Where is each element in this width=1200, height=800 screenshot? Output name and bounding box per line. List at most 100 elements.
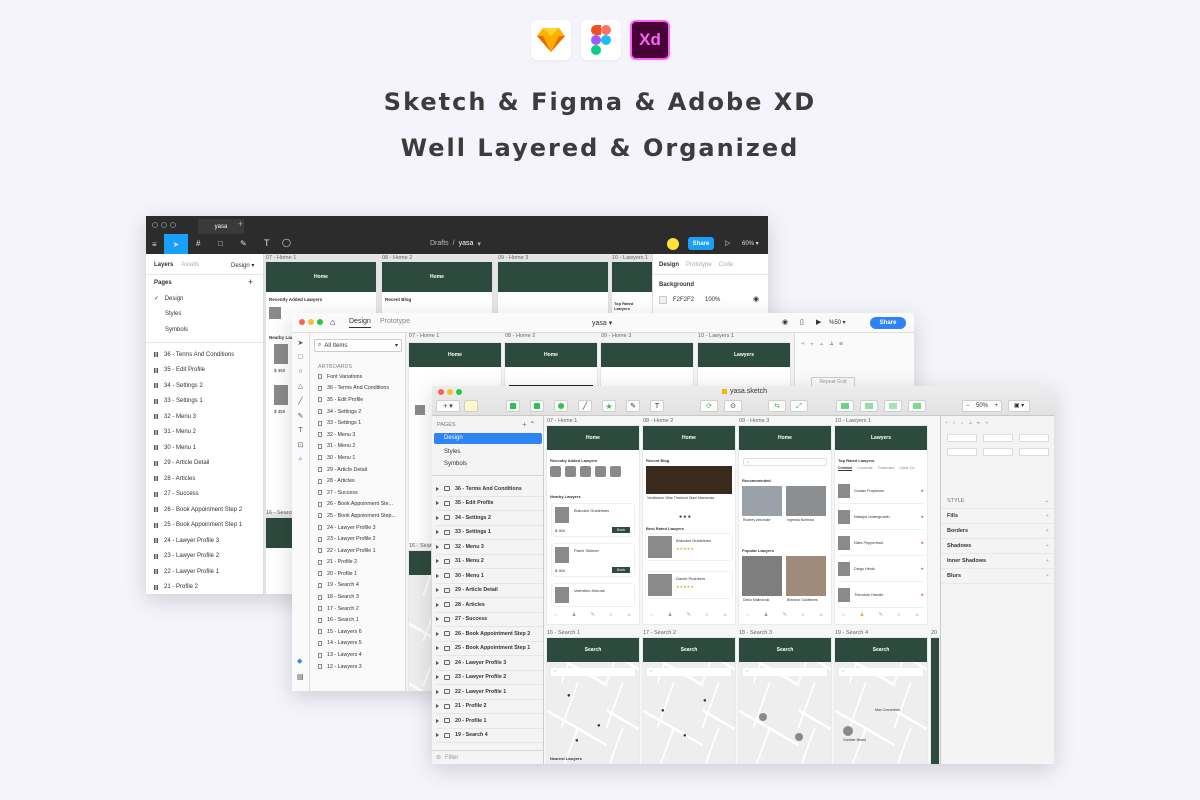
style-property-4[interactable]: Blurs + [941, 569, 1054, 584]
layer-item[interactable]: 19 - Search 4 [436, 729, 543, 743]
disclosure-icon[interactable] [436, 486, 439, 491]
map-pin-icon[interactable]: ● [661, 708, 665, 714]
layer-item[interactable]: 34 - Settings 2 [154, 378, 263, 394]
disclosure-icon[interactable] [436, 660, 439, 665]
book-button[interactable]: Book [612, 567, 630, 573]
lawyers-nav-icon[interactable]: ♟ [764, 612, 768, 618]
scale-button[interactable]: ⇆ [768, 400, 786, 412]
layers-tab[interactable]: Layers [154, 262, 173, 268]
position-fields[interactable] [947, 434, 1049, 442]
map-pin-icon[interactable]: ● [597, 723, 601, 729]
profile-nav-icon[interactable]: ☺ [915, 612, 920, 618]
profile-nav-icon[interactable]: ☺ [723, 612, 728, 618]
artboard-item[interactable]: 25 - Book Appoinment Step... [318, 510, 405, 522]
disclosure-icon[interactable] [436, 501, 439, 506]
page-item-design[interactable]: ✓ Design [154, 295, 183, 302]
layer-item[interactable]: 29 - Article Detail [436, 584, 543, 598]
view-button[interactable]: ▣ ▾ [1008, 400, 1030, 412]
plugins-icon[interactable]: ▤ [297, 673, 304, 681]
disclosure-icon[interactable] [436, 544, 439, 549]
layer-item[interactable]: 21 - Profile 2 [436, 700, 543, 714]
move-tool-button[interactable]: ➤ [164, 234, 188, 254]
page-item-symbols[interactable]: Symbols [165, 327, 188, 333]
profile-nav-icon[interactable]: ☺ [627, 612, 632, 618]
disclosure-icon[interactable] [436, 588, 439, 593]
disclosure-icon[interactable] [436, 733, 439, 738]
layer-item[interactable]: 25 - Book Appoinment Step 1 [154, 518, 263, 534]
artboard-item[interactable]: 35 - Edit Profile [318, 394, 405, 406]
search-field[interactable]: ⌕ [551, 668, 635, 676]
window-controls[interactable] [152, 222, 176, 228]
star-tool-button[interactable]: ★ [602, 400, 616, 412]
select-tool-icon[interactable]: ➤ [298, 339, 304, 347]
eye-icon[interactable]: ◉ [753, 295, 759, 303]
comment-tool-icon[interactable]: ◯ [282, 238, 291, 247]
page-item-symbols[interactable]: Symbols [444, 461, 467, 467]
layer-item[interactable]: 31 - Menu 2 [154, 425, 263, 441]
map-pin-icon[interactable]: ● [683, 733, 687, 739]
layers-icon[interactable]: ◆ [297, 657, 302, 665]
shape-tool-icon[interactable]: □ [218, 239, 223, 248]
search-nav-icon[interactable]: ⌕ [801, 612, 804, 618]
lawyer-card[interactable]: Valentino Morose [552, 584, 634, 606]
boolean-intersect-button[interactable] [884, 400, 902, 412]
share-button[interactable]: Share [688, 237, 714, 250]
map-pin-icon[interactable]: ● [567, 693, 571, 699]
articles-nav-icon[interactable]: ✎ [783, 612, 787, 618]
artboard-search-4[interactable]: Search ⌕ Max Conversion Gunther Beard [835, 638, 927, 764]
disclosure-icon[interactable] [436, 631, 439, 636]
lawyer-avatar[interactable] [759, 713, 767, 721]
artboard-item[interactable]: 22 - Lawyer Profile 1 [318, 545, 405, 557]
layer-item[interactable]: 23 - Lawyer Profile 2 [436, 671, 543, 685]
artboard-item[interactable]: 27 - Success [318, 487, 405, 499]
articles-nav-icon[interactable]: ✎ [591, 612, 595, 618]
layer-item[interactable]: 22 - Lawyer Profile 1 [436, 685, 543, 700]
boolean-subtract-button[interactable] [860, 400, 878, 412]
page-dropdown[interactable]: Design ▾ [231, 262, 254, 269]
search-nav-icon[interactable]: ⌕ [897, 612, 900, 618]
align-tools[interactable]: ⫞ ⫟ ⫠ ⫡ ⫢ [801, 341, 843, 348]
search-nav-icon[interactable]: ⌕ [609, 612, 612, 618]
tab-criminal[interactable]: Criminal [838, 466, 853, 471]
background-hex[interactable]: F2F2F2 [673, 297, 694, 303]
artboard-home-2[interactable]: Home Recent Blog Vestibulum Vitae Tincid… [643, 426, 735, 624]
layer-item[interactable]: 36 - Terms And Conditions [436, 482, 543, 497]
artboard-item[interactable]: 23 - Lawyer Profile 2 [318, 533, 405, 545]
layer-item[interactable]: 21 - Profile 2 [154, 580, 263, 595]
layer-item[interactable]: 29 - Article Detail [154, 456, 263, 472]
search-field[interactable]: ⌕ [743, 668, 827, 676]
artboard-search-3[interactable]: Search ⌕ [739, 638, 831, 764]
artboard-item[interactable]: 21 - Profile 2 [318, 557, 405, 569]
artboard-item[interactable]: 31 - Menu 2 [318, 441, 405, 453]
artboard-item[interactable]: Font Variations [318, 371, 405, 383]
tab-prototype[interactable]: Prototype [380, 318, 410, 325]
chevron-down-icon[interactable]: ▾ [477, 240, 481, 248]
layer-item[interactable]: 30 - Menu 1 [436, 569, 543, 584]
layer-item[interactable]: 23 - Lawyer Profile 2 [154, 549, 263, 565]
text-tool-button[interactable]: T [650, 400, 664, 412]
lawyer-card[interactable]: Daniel Pushkers ★★★★★ [646, 572, 732, 598]
page-item-styles[interactable]: Styles [165, 311, 181, 317]
lawyer-card[interactable]: Brandon Guidelines ★★★★★ [646, 534, 732, 560]
layer-item[interactable]: 36 - Terms And Conditions [154, 347, 263, 363]
home-icon[interactable]: ⌂ [330, 317, 335, 327]
ungroup-button[interactable] [530, 400, 544, 412]
artboard-item[interactable]: 32 - Menu 3 [318, 429, 405, 441]
artboard-item[interactable]: 15 - Lawyers 6 [318, 626, 405, 638]
layer-item[interactable]: 28 - Articles [154, 471, 263, 487]
artboard-item[interactable]: 17 - Search 2 [318, 603, 405, 615]
layer-item[interactable]: 30 - Menu 1 [154, 440, 263, 456]
disclosure-icon[interactable] [436, 573, 439, 578]
lawyers-nav-icon[interactable]: ♟ [860, 612, 864, 618]
add-page-icon[interactable]: + [248, 277, 253, 287]
artboard-tool-icon[interactable]: ⊡ [298, 441, 304, 449]
top-lawyer-row[interactable]: Natalya Undergrowth ★ [838, 504, 924, 530]
top-lawyer-row[interactable]: Niles Peppertrout ★ [838, 530, 924, 556]
artboard-item[interactable]: 16 - Search 1 [318, 614, 405, 626]
layer-item[interactable]: 35 - Edit Profile [436, 497, 543, 511]
disclosure-icon[interactable] [436, 530, 439, 535]
lawyers-nav-icon[interactable]: ♟ [668, 612, 672, 618]
tab-corporate[interactable]: Corporate [857, 466, 873, 471]
search-field[interactable]: ⌕ [839, 668, 923, 676]
artboard-item[interactable]: 33 - Settings 1 [318, 417, 405, 429]
